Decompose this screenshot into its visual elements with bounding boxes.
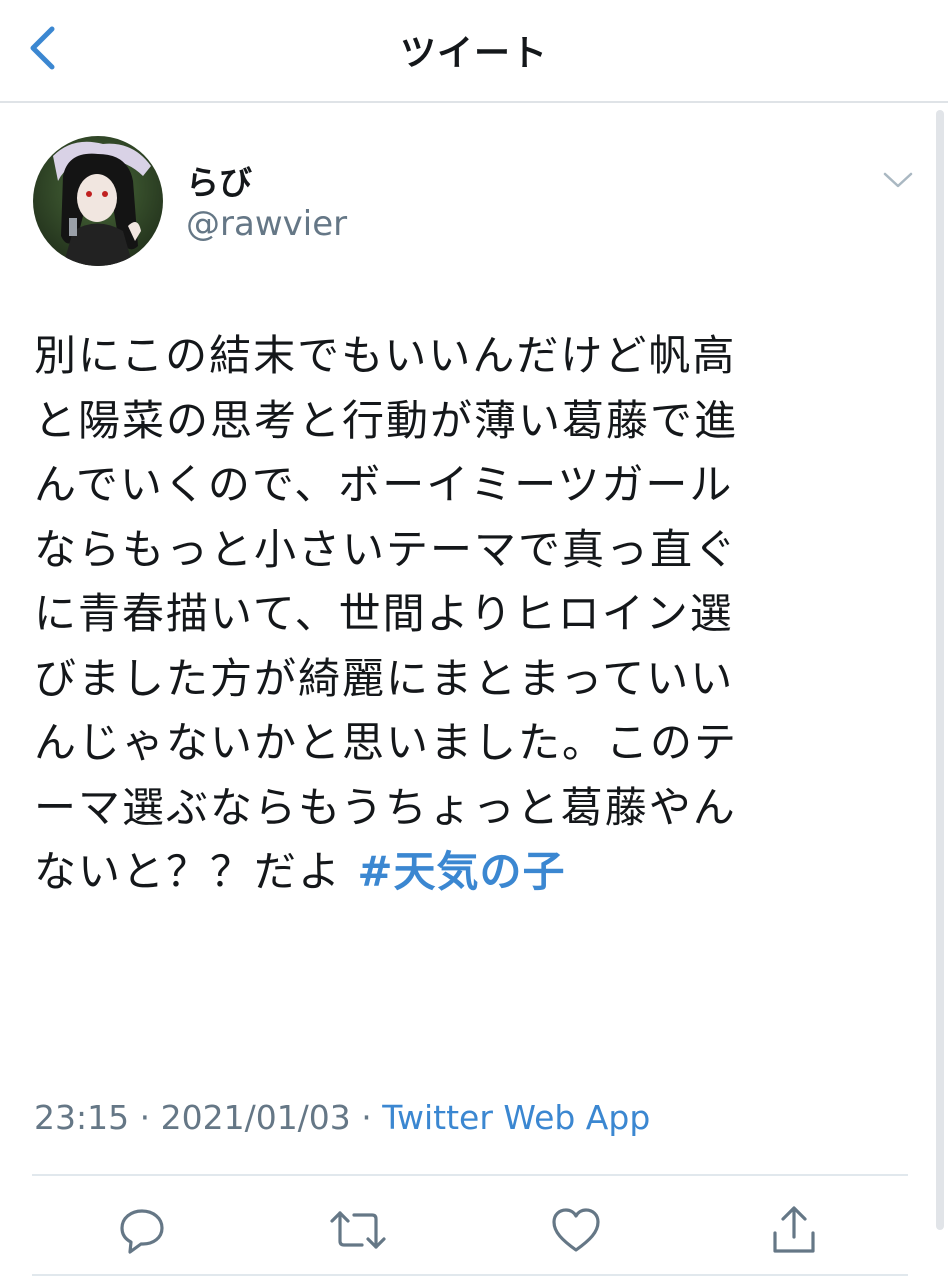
tweet-text-line: んでいくので、ボーイミーツガール <box>34 460 734 509</box>
reply-icon <box>120 1209 164 1254</box>
share-icon <box>773 1206 815 1253</box>
retweet-button[interactable] <box>328 1196 388 1264</box>
divider <box>32 1174 908 1176</box>
tweet-text-line: ないと？？だよ <box>34 847 358 896</box>
scrollbar[interactable] <box>936 110 944 1230</box>
author-handle[interactable]: @rawvier <box>186 204 347 244</box>
tweet-text-last-line: ないと？？だよ #天気の子 <box>34 840 884 905</box>
tweet-date: 2021/01/03 <box>160 1098 351 1137</box>
navigation-bar: ツイート <box>0 0 948 103</box>
tweet-text-line: ならもっと小さいテーマで真っ直ぐ <box>34 524 739 574</box>
tweet-text-line: ーマ選ぶならもうちょっと葛藤やん <box>34 782 737 832</box>
tweet-text-line: に青春描いて、世間よりヒロイン選 <box>34 589 734 638</box>
tweet-source-link[interactable]: Twitter Web App <box>382 1098 650 1137</box>
action-bar <box>0 1196 948 1264</box>
heart-icon <box>552 1208 600 1252</box>
tweet-text-line: びました方が綺麗にまとまっていい <box>34 653 735 703</box>
tweet-text: 別にこの結末でもいいんだけど帆高 と陽菜の思考と行動が薄い葛藤で進 んでいくので… <box>34 324 884 905</box>
author-display-name[interactable]: らび <box>186 156 252 204</box>
meta-separator: · <box>129 1098 161 1137</box>
tweet-text-line: んじゃないかと思いました。このテ <box>34 718 739 767</box>
tweet-time: 23:15 <box>34 1098 130 1137</box>
tweet-text-line: と陽菜の思考と行動が薄い葛藤で進 <box>34 395 739 445</box>
hashtag-link[interactable]: #天気の子 <box>357 847 565 896</box>
tweet-meta: 23:15 · 2021/01/03 · Twitter Web App <box>34 1098 650 1137</box>
share-button[interactable] <box>764 1196 824 1264</box>
like-button[interactable] <box>546 1196 606 1264</box>
meta-separator: · <box>350 1098 383 1137</box>
retweet-icon <box>330 1211 386 1249</box>
avatar[interactable] <box>33 136 163 266</box>
reply-button[interactable] <box>112 1196 172 1264</box>
tweet-text-line: 別にこの結末でもいいんだけど帆高 <box>34 331 737 380</box>
divider <box>32 1274 908 1276</box>
chevron-down-icon <box>883 172 913 188</box>
page-title: ツイート <box>399 33 548 74</box>
more-options-button[interactable] <box>878 165 918 195</box>
